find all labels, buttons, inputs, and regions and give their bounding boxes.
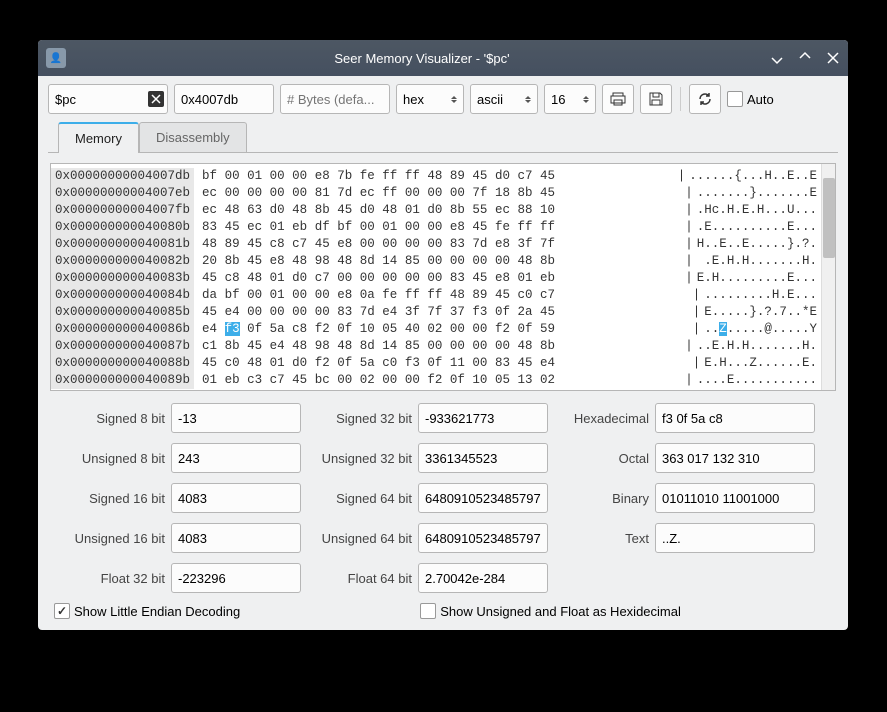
txt-label: Text [554,531,649,546]
signed8-field[interactable] [171,403,301,433]
u8-label: Unsigned 8 bit [50,451,165,466]
auto-checkbox[interactable]: Auto [727,91,774,107]
hex-row[interactable]: 0x000000000040086be4 f3 0f 5a c8 f2 0f 1… [51,321,821,338]
address-input[interactable] [174,84,274,114]
hex-row[interactable]: 0x00000000004007fbec 48 63 d0 48 8b 45 d… [51,202,821,219]
endian-checkbox[interactable]: Show Little Endian Decoding [54,603,240,619]
hex-row[interactable]: 0x000000000040089b01 eb c3 c7 45 bc 00 0… [51,372,821,389]
scroll-thumb[interactable] [823,178,835,258]
hex-label: Hexadecimal [554,411,649,426]
options-row: Show Little Endian Decoding Show Unsigne… [50,603,836,619]
hex-row[interactable]: 0x000000000040085b45 e4 00 00 00 00 83 7… [51,304,821,321]
hexadecimal-field[interactable] [655,403,815,433]
minimize-button[interactable] [770,51,784,65]
bytes-input[interactable] [280,84,390,114]
chevron-updown-icon [451,96,457,103]
checkbox-icon [727,91,743,107]
hex-view[interactable]: 0x00000000004007dbbf 00 01 00 00 e8 7b f… [50,163,836,391]
hex-row[interactable]: 0x00000000004007ebec 00 00 00 00 81 7d e… [51,185,821,202]
titlebar: 👤 Seer Memory Visualizer - '$pc' [38,40,848,76]
hex-row[interactable]: 0x000000000040082b20 8b 45 e8 48 98 48 8… [51,253,821,270]
chevron-updown-icon [525,96,531,103]
checkbox-icon [420,603,436,619]
tab-memory[interactable]: Memory [58,122,139,153]
scrollbar[interactable] [821,164,835,390]
toolbar: hex ascii 16 Auto [38,76,848,122]
signed32-field[interactable] [418,403,548,433]
memory-visualizer-window: 👤 Seer Memory Visualizer - '$pc' hex asc… [38,40,848,630]
print-button[interactable] [602,84,634,114]
oct-label: Octal [554,451,649,466]
charset-select[interactable]: ascii [470,84,538,114]
f32-label: Float 32 bit [50,571,165,586]
content-area: 0x00000000004007dbbf 00 01 00 00 e8 7b f… [38,153,848,629]
s64-label: Signed 64 bit [307,491,412,506]
text-field[interactable] [655,523,815,553]
close-button[interactable] [826,51,840,65]
hex-row[interactable]: 0x000000000040087bc1 8b 45 e4 48 98 48 8… [51,338,821,355]
hex-row[interactable]: 0x000000000040081b48 89 45 c8 c7 45 e8 0… [51,236,821,253]
hexfloat-checkbox[interactable]: Show Unsigned and Float as Hexidecimal [420,603,681,619]
refresh-button[interactable] [689,84,721,114]
s32-label: Signed 32 bit [307,411,412,426]
clear-icon[interactable] [148,91,164,107]
u32-label: Unsigned 32 bit [307,451,412,466]
window-title: Seer Memory Visualizer - '$pc' [74,51,770,66]
bin-label: Binary [554,491,649,506]
unsigned8-field[interactable] [171,443,301,473]
unsigned32-field[interactable] [418,443,548,473]
hex-row[interactable]: 0x000000000040084bda bf 00 01 00 00 e8 0… [51,287,821,304]
hex-row[interactable]: 0x000000000040083b45 c8 48 01 d0 c7 00 0… [51,270,821,287]
chevron-updown-icon [583,96,589,103]
u64-label: Unsigned 64 bit [307,531,412,546]
tabs: Memory Disassembly [48,122,838,153]
float32-field[interactable] [171,563,301,593]
decode-grid: Signed 8 bit Signed 32 bit Hexadecimal U… [50,403,836,593]
hex-row[interactable]: 0x000000000040080b83 45 ec 01 eb df bf 0… [51,219,821,236]
signed64-field[interactable] [418,483,548,513]
app-icon: 👤 [46,48,66,68]
s16-label: Signed 16 bit [50,491,165,506]
octal-field[interactable] [655,443,815,473]
float64-field[interactable] [418,563,548,593]
columns-select[interactable]: 16 [544,84,596,114]
hex-row[interactable]: 0x00000000004007dbbf 00 01 00 00 e8 7b f… [51,168,821,185]
binary-field[interactable] [655,483,815,513]
save-button[interactable] [640,84,672,114]
tab-disassembly[interactable]: Disassembly [139,122,247,152]
maximize-button[interactable] [798,51,812,65]
hex-row[interactable]: 0x000000000040088b45 c0 48 01 d0 f2 0f 5… [51,355,821,372]
checkbox-icon [54,603,70,619]
u16-label: Unsigned 16 bit [50,531,165,546]
unsigned16-field[interactable] [171,523,301,553]
unsigned64-field[interactable] [418,523,548,553]
f64-label: Float 64 bit [307,571,412,586]
format-select[interactable]: hex [396,84,464,114]
s8-label: Signed 8 bit [50,411,165,426]
signed16-field[interactable] [171,483,301,513]
separator [680,87,681,111]
